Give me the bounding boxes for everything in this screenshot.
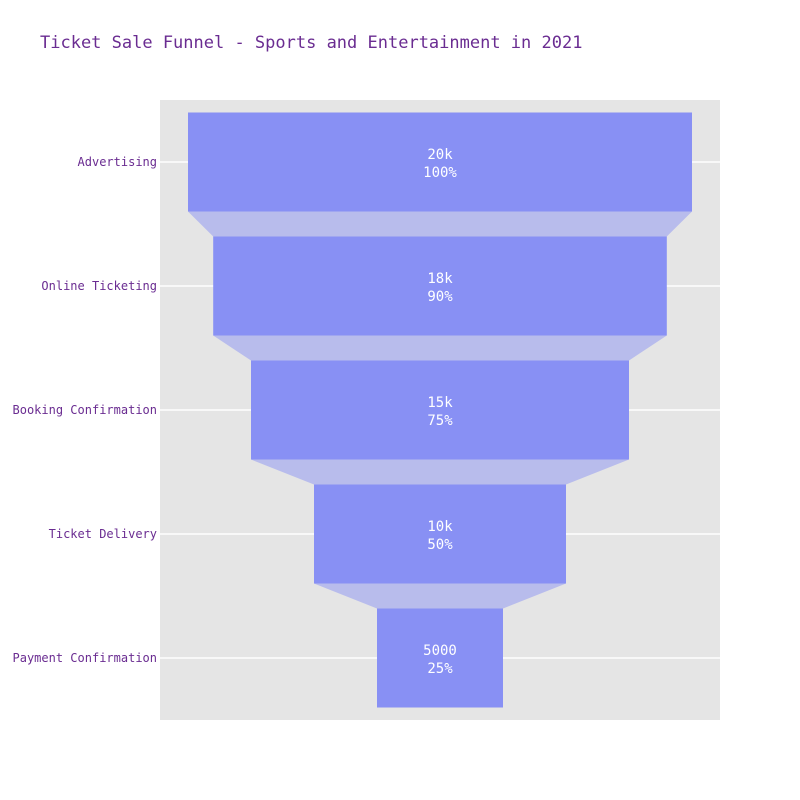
funnel-chart: 20k 100% 18k 90% 15k 75% 10k 50% 5000 25% Adverti… <box>13 100 720 720</box>
bar-percent-label: 25% <box>427 661 453 677</box>
funnel-connector <box>213 335 667 361</box>
y-tick-label: Online Ticketing <box>41 279 157 293</box>
bar-value-label: 20k <box>427 147 453 163</box>
funnel-connector <box>251 459 629 485</box>
bar-percent-label: 75% <box>427 413 453 429</box>
y-tick-label: Advertising <box>78 155 157 169</box>
tick-layer: Advertising Online Ticketing Booking Confi… <box>13 155 158 665</box>
bar-percent-label: 50% <box>427 537 453 553</box>
bar-value-label: 10k <box>427 519 453 535</box>
bar-value-label: 5000 <box>423 643 457 659</box>
bar-percent-label: 90% <box>427 289 453 305</box>
bar-value-label: 15k <box>427 395 453 411</box>
y-tick-label: Payment Confirmation <box>13 651 158 665</box>
y-tick-label: Booking Confirmation <box>13 403 158 417</box>
y-tick-label: Ticket Delivery <box>49 527 157 541</box>
funnel-connector <box>188 211 692 237</box>
bar-percent-label: 100% <box>423 165 457 181</box>
bar-value-label: 18k <box>427 271 453 287</box>
